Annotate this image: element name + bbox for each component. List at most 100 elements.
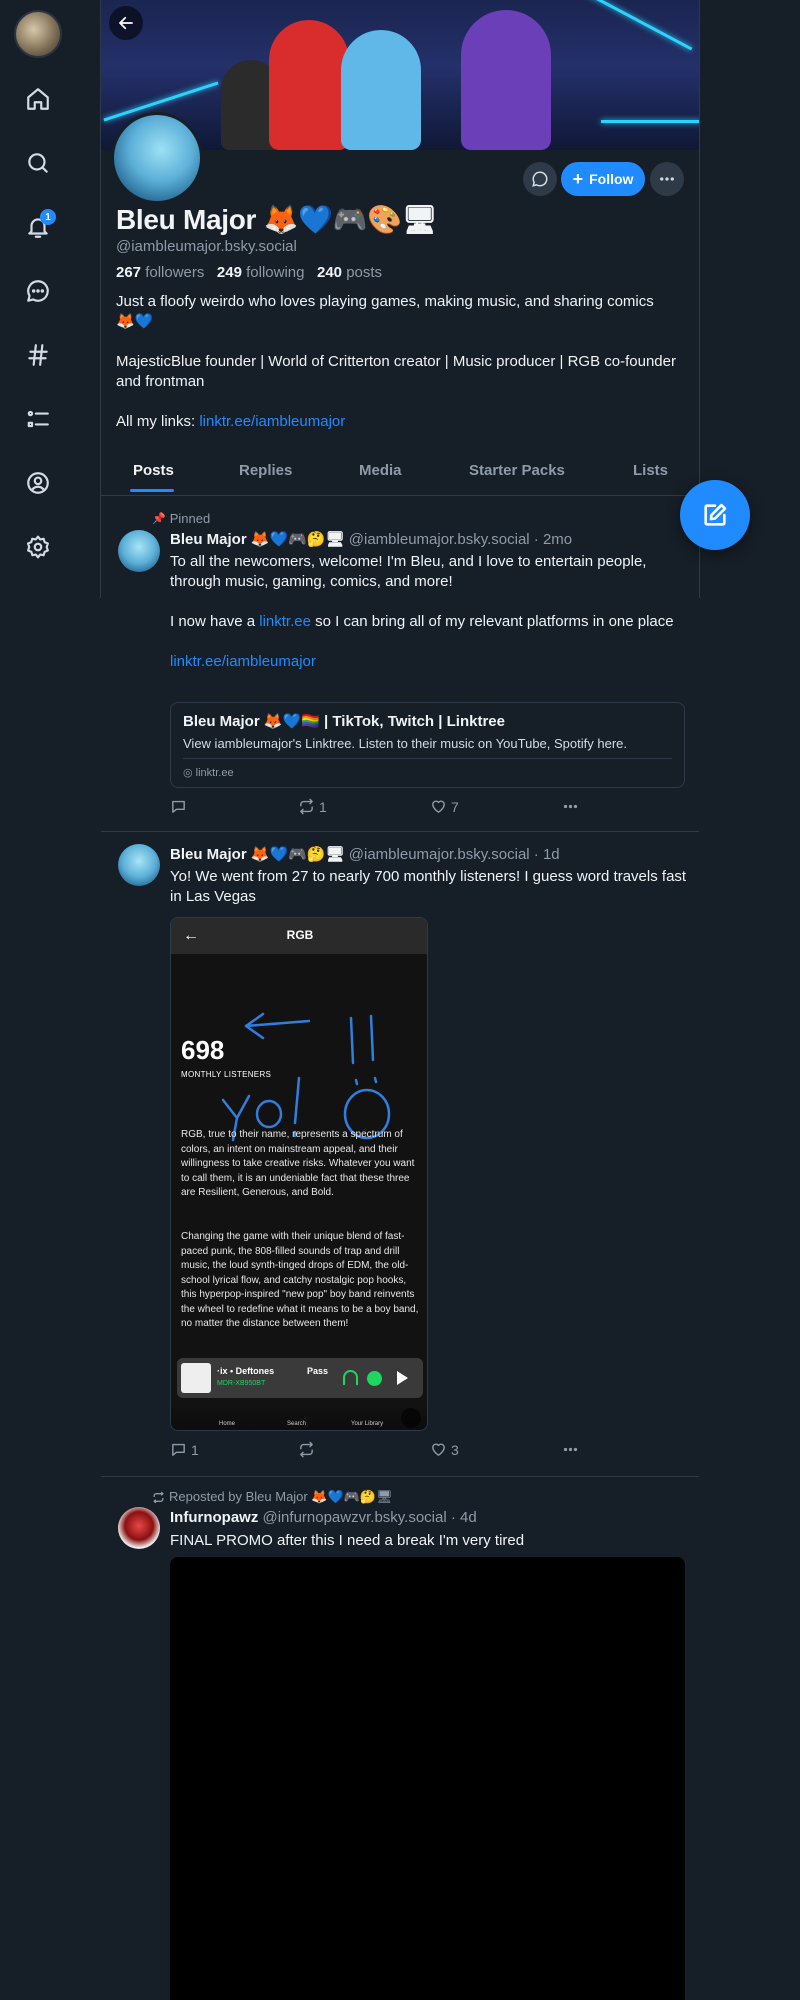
post-author-avatar[interactable]: [118, 844, 160, 886]
post-image[interactable]: ← RGB 698 MONTHLY LISTENERS RGB, true to…: [170, 917, 428, 1431]
link-card-description: View iambleumajor's Linktree. Listen to …: [183, 736, 627, 751]
post-author-name[interactable]: Bleu Major 🦊💙🎮🤔🖥: [170, 846, 345, 863]
like-button[interactable]: 7: [430, 798, 459, 815]
profile-page: 1 + Follow Bleu Major 🦊💙🎮🎨🖥 @iambleumajo…: [0, 0, 800, 2000]
compose-button[interactable]: [680, 480, 750, 550]
banner-decoration: [549, 0, 693, 51]
post-text-segment: I now have a: [170, 613, 260, 630]
image-device-name: MDR-XB950BT: [217, 1380, 266, 1387]
link-card-domain: ◎ linktr.ee: [183, 766, 234, 779]
album-art: [181, 1363, 211, 1393]
nav-search[interactable]: [18, 143, 58, 183]
post-author-name[interactable]: Infurnopawz: [170, 1509, 258, 1526]
reply-count: 1: [191, 1441, 199, 1458]
plus-icon: +: [572, 169, 584, 189]
reply-button[interactable]: [170, 798, 191, 815]
post-divider: [101, 831, 699, 832]
headphones-icon: [343, 1370, 358, 1385]
following-link[interactable]: 249 following: [217, 264, 305, 281]
link-card-divider: [183, 758, 672, 759]
post-author-avatar[interactable]: [118, 530, 160, 572]
post-header: Bleu Major 🦊💙🎮🤔🖥 @iambleumajor.bsky.soci…: [170, 530, 572, 548]
banner-decoration: [601, 120, 699, 123]
message-button[interactable]: [523, 162, 557, 196]
nav-profile[interactable]: [18, 463, 58, 503]
pin-icon: 📌: [152, 513, 166, 525]
link-card-domain-text: linktr.ee: [195, 767, 234, 779]
bio-link[interactable]: linktr.ee/iambleumajor: [199, 413, 345, 430]
repost-button[interactable]: [298, 1441, 319, 1458]
post-author-avatar[interactable]: [118, 1507, 160, 1549]
current-user-avatar[interactable]: [14, 10, 62, 58]
chat-icon: [27, 280, 49, 302]
tab-media[interactable]: Media: [359, 462, 402, 479]
reply-icon: [172, 800, 185, 813]
list-icon: [27, 410, 49, 428]
nav-notifications[interactable]: 1: [18, 207, 58, 247]
link-card-title: Bleu Major 🦊💙🏳️‍🌈 | TikTok, Twitch | Lin…: [183, 713, 505, 730]
post-more-button[interactable]: [562, 1441, 579, 1458]
post-author-handle[interactable]: @iambleumajor.bsky.social · 1d: [349, 846, 560, 863]
post-author-handle[interactable]: @iambleumajor.bsky.social · 2mo: [349, 531, 572, 548]
expand-icon[interactable]: [401, 1408, 421, 1428]
ellipsis-icon: [563, 804, 578, 809]
follow-button[interactable]: + Follow: [561, 162, 645, 196]
heart-icon: [432, 800, 445, 813]
followers-link[interactable]: 267 followers: [116, 264, 204, 281]
nav-settings[interactable]: [18, 527, 58, 567]
profile-avatar[interactable]: [111, 112, 203, 204]
bio-links-line: All my links: linktr.ee/iambleumajor: [116, 412, 676, 432]
nav-lists[interactable]: [18, 399, 58, 439]
home-icon: [27, 88, 49, 110]
profile-stats: 267 followers 249 following 240 posts: [116, 264, 382, 281]
tab-starter-packs[interactable]: Starter Packs: [469, 462, 565, 479]
post-link[interactable]: linktr.ee/iambleumajor: [170, 652, 690, 672]
link-preview-card[interactable]: Bleu Major 🦊💙🏳️‍🌈 | TikTok, Twitch | Lin…: [170, 702, 685, 788]
like-button[interactable]: 3: [430, 1441, 459, 1458]
active-tab-indicator: [130, 489, 174, 492]
back-button[interactable]: [109, 6, 143, 40]
post-video[interactable]: [170, 1557, 685, 2000]
repost-icon: [153, 1491, 164, 1503]
banner-figure: [461, 10, 551, 150]
like-count: 3: [451, 1441, 459, 1458]
pinned-indicator: 📌 Pinned: [152, 511, 210, 526]
gear-icon: [26, 535, 49, 559]
check-icon: [367, 1371, 382, 1386]
arrow-left-icon: [119, 16, 133, 30]
repost-indicator[interactable]: Reposted by Bleu Major 🦊💙🎮🤔🖥: [152, 1489, 393, 1505]
reply-button[interactable]: 1: [170, 1441, 199, 1458]
tab-lists[interactable]: Lists: [633, 462, 668, 479]
repost-icon: [300, 798, 313, 815]
image-track-name: ·ix • Deftones: [217, 1366, 275, 1376]
pinned-label: Pinned: [169, 511, 211, 526]
play-icon: [397, 1371, 408, 1385]
post-author-name[interactable]: Bleu Major 🦊💙🎮🤔🖥: [170, 531, 345, 548]
post-actions: 1 3: [170, 1441, 590, 1463]
like-count: 7: [451, 798, 459, 815]
post-inline-link[interactable]: linktr.ee: [259, 613, 311, 630]
profile-icon: [27, 472, 49, 494]
image-paragraph: RGB, true to their name, represents a sp…: [181, 1129, 415, 1198]
tab-replies[interactable]: Replies: [239, 462, 292, 479]
following-label: following: [246, 264, 305, 281]
nav-feeds[interactable]: [18, 335, 58, 375]
image-nav-search: Search: [287, 1421, 307, 1427]
post-author-handle[interactable]: @infurnopawzvr.bsky.social · 4d: [263, 1509, 477, 1526]
heart-icon: [432, 1443, 445, 1456]
image-bottom-nav: Home Search Your Library: [171, 1404, 427, 1430]
profile-handle: @iambleumajor.bsky.social: [116, 238, 297, 255]
left-nav: 1: [0, 0, 76, 600]
post-actions: 1 7: [170, 798, 590, 820]
follow-label: Follow: [589, 171, 634, 187]
post-text-segment: so I can bring all of my relevant platfo…: [310, 613, 674, 630]
tab-posts[interactable]: Posts: [133, 462, 174, 479]
post-more-button[interactable]: [562, 798, 579, 815]
nav-chat[interactable]: [18, 271, 58, 311]
search-icon: [28, 153, 48, 173]
post-text: FINAL PROMO after this I need a break I'…: [170, 1532, 525, 1549]
nav-home[interactable]: [18, 79, 58, 119]
post-paragraph: I now have a linktr.ee so I can bring al…: [170, 612, 690, 632]
more-options-button[interactable]: [650, 162, 684, 196]
repost-button[interactable]: 1: [298, 798, 327, 815]
